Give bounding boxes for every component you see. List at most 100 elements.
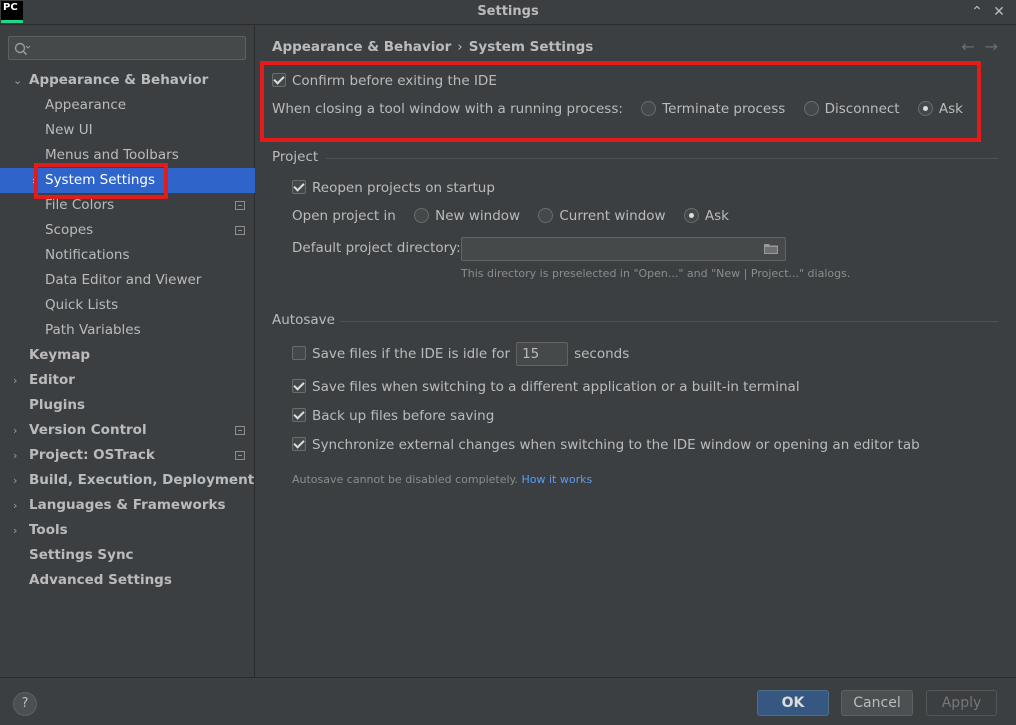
help-button[interactable]: ? <box>13 692 37 716</box>
sidebar-item-build-execution[interactable]: › Build, Execution, Deployment <box>0 468 255 493</box>
sidebar-item-label: Data Editor and Viewer <box>45 272 202 288</box>
sidebar-item-appearance-behavior[interactable]: ⌄ Appearance & Behavior <box>0 68 255 93</box>
sidebar-item-advanced-settings[interactable]: Advanced Settings <box>0 568 255 593</box>
sidebar-item-label: Appearance & Behavior <box>29 72 209 88</box>
sidebar-item-plugins[interactable]: Plugins <box>0 393 255 418</box>
idle-save-label: Save files if the IDE is idle for <box>312 346 511 362</box>
idle-save-checkbox[interactable] <box>292 346 306 360</box>
search-input[interactable] <box>35 39 240 57</box>
chevron-right-icon: › <box>13 424 18 437</box>
sidebar-item-editor[interactable]: › Editor <box>0 368 255 393</box>
sidebar-item-quick-lists[interactable]: Quick Lists <box>0 293 255 318</box>
breadcrumb-separator: › <box>457 39 463 55</box>
save-on-switch-option[interactable]: Save files when switching to a different… <box>292 376 800 398</box>
sidebar-item-label: Keymap <box>29 347 91 363</box>
reopen-projects-option[interactable]: Reopen projects on startup <box>292 177 495 199</box>
radio-button[interactable] <box>538 208 554 223</box>
sidebar-item-label: Quick Lists <box>45 297 119 313</box>
autosave-section-title: Autosave <box>272 312 335 328</box>
section-divider <box>340 321 998 322</box>
chevron-right-icon: › <box>13 374 18 387</box>
radio-label: New window <box>435 208 521 224</box>
sidebar-item-label: Build, Execution, Deployment <box>29 472 255 488</box>
sidebar-item-appearance[interactable]: Appearance <box>0 93 255 118</box>
sidebar-item-data-editor[interactable]: Data Editor and Viewer <box>0 268 255 293</box>
radio-label: Current window <box>559 208 666 224</box>
idle-save-option: Save files if the IDE is idle for 15 secon… <box>292 342 630 366</box>
apply-button[interactable]: Apply <box>926 690 997 716</box>
folder-icon[interactable] <box>764 243 778 254</box>
idle-seconds-suffix: seconds <box>574 346 630 362</box>
project-level-icon <box>235 426 245 435</box>
save-on-switch-label: Save files when switching to a different… <box>312 379 800 395</box>
radio-current-window[interactable]: Current window <box>538 208 666 224</box>
backup-option[interactable]: Back up files before saving <box>292 405 494 427</box>
project-level-icon <box>235 226 245 235</box>
sidebar-item-label: New UI <box>45 122 93 138</box>
highlight-annotation <box>34 163 168 199</box>
sidebar-item-label: Project: OSTrack <box>29 447 155 463</box>
sidebar-item-scopes[interactable]: Scopes <box>0 218 255 243</box>
ok-button[interactable]: OK <box>757 690 829 716</box>
sidebar-item-new-ui[interactable]: New UI <box>0 118 255 143</box>
radio-button[interactable] <box>414 208 430 223</box>
chevron-down-icon: ⌄ <box>13 74 23 87</box>
settings-content: Appearance & Behavior › System Settings ← →… <box>256 25 1016 677</box>
sidebar-item-label: Path Variables <box>45 322 141 338</box>
forward-arrow-icon[interactable]: → <box>985 37 998 56</box>
sidebar-item-label: Version Control <box>29 422 147 438</box>
open-project-label: Open project in <box>292 208 396 224</box>
sidebar-item-tools[interactable]: › Tools <box>0 518 255 543</box>
reopen-projects-checkbox[interactable] <box>292 180 306 194</box>
history-nav: ← → <box>951 37 998 56</box>
default-dir-hint: This directory is preselected in "Open..… <box>461 267 851 280</box>
autosave-note: Autosave cannot be disabled completely. … <box>292 473 592 486</box>
cancel-button[interactable]: Cancel <box>841 690 913 716</box>
backup-checkbox[interactable] <box>292 408 306 422</box>
breadcrumb-current: System Settings <box>468 39 594 55</box>
project-level-icon <box>235 451 245 460</box>
default-dir-label: Default project directory: <box>292 240 461 256</box>
close-icon[interactable]: ✕ <box>990 3 1008 21</box>
sidebar-item-label: Settings Sync <box>29 547 134 563</box>
autosave-note-text: Autosave cannot be disabled completely. <box>292 473 518 486</box>
window-title: Settings <box>477 4 539 19</box>
breadcrumb: Appearance & Behavior › System Settings <box>272 39 593 55</box>
title-bar: PC Settings ⌃ ✕ <box>0 0 1016 25</box>
how-it-works-link[interactable]: How it works <box>521 473 592 486</box>
section-divider <box>326 158 998 159</box>
reopen-projects-label: Reopen projects on startup <box>312 180 495 196</box>
sidebar-item-label: Notifications <box>45 247 130 263</box>
sync-external-label: Synchronize external changes when switch… <box>312 437 920 453</box>
save-on-switch-checkbox[interactable] <box>292 379 306 393</box>
radio-ask[interactable]: Ask <box>683 208 729 224</box>
sidebar-item-label: Tools <box>29 522 68 538</box>
settings-search[interactable] <box>8 36 246 60</box>
sidebar-item-project[interactable]: › Project: OSTrack <box>0 443 255 468</box>
collapse-icon[interactable]: ⌃ <box>968 3 986 21</box>
sidebar-item-path-variables[interactable]: Path Variables <box>0 318 255 343</box>
project-level-icon <box>235 201 245 210</box>
sidebar-item-label: Advanced Settings <box>29 572 172 588</box>
sidebar-item-label: Plugins <box>29 397 86 413</box>
sync-external-checkbox[interactable] <box>292 437 306 451</box>
sidebar-item-settings-sync[interactable]: Settings Sync <box>0 543 255 568</box>
idle-seconds-input[interactable]: 15 <box>516 342 569 366</box>
sidebar-item-keymap[interactable]: Keymap <box>0 343 255 368</box>
sidebar-item-label: Scopes <box>45 222 94 238</box>
chevron-right-icon: › <box>13 474 18 487</box>
chevron-right-icon: › <box>13 449 18 462</box>
backup-label: Back up files before saving <box>312 408 495 424</box>
breadcrumb-parent[interactable]: Appearance & Behavior <box>272 39 451 55</box>
sync-external-option[interactable]: Synchronize external changes when switch… <box>292 434 920 456</box>
radio-new-window[interactable]: New window <box>414 208 520 224</box>
sidebar-item-version-control[interactable]: › Version Control <box>0 418 255 443</box>
sidebar-item-label: Languages & Frameworks <box>29 497 226 513</box>
radio-button[interactable] <box>683 208 699 223</box>
back-arrow-icon[interactable]: ← <box>961 37 974 56</box>
default-dir-field[interactable] <box>461 237 786 261</box>
chevron-right-icon: › <box>13 499 18 512</box>
sidebar-item-label: Editor <box>29 372 75 388</box>
sidebar-item-languages[interactable]: › Languages & Frameworks <box>0 493 255 518</box>
sidebar-item-notifications[interactable]: Notifications <box>0 243 255 268</box>
